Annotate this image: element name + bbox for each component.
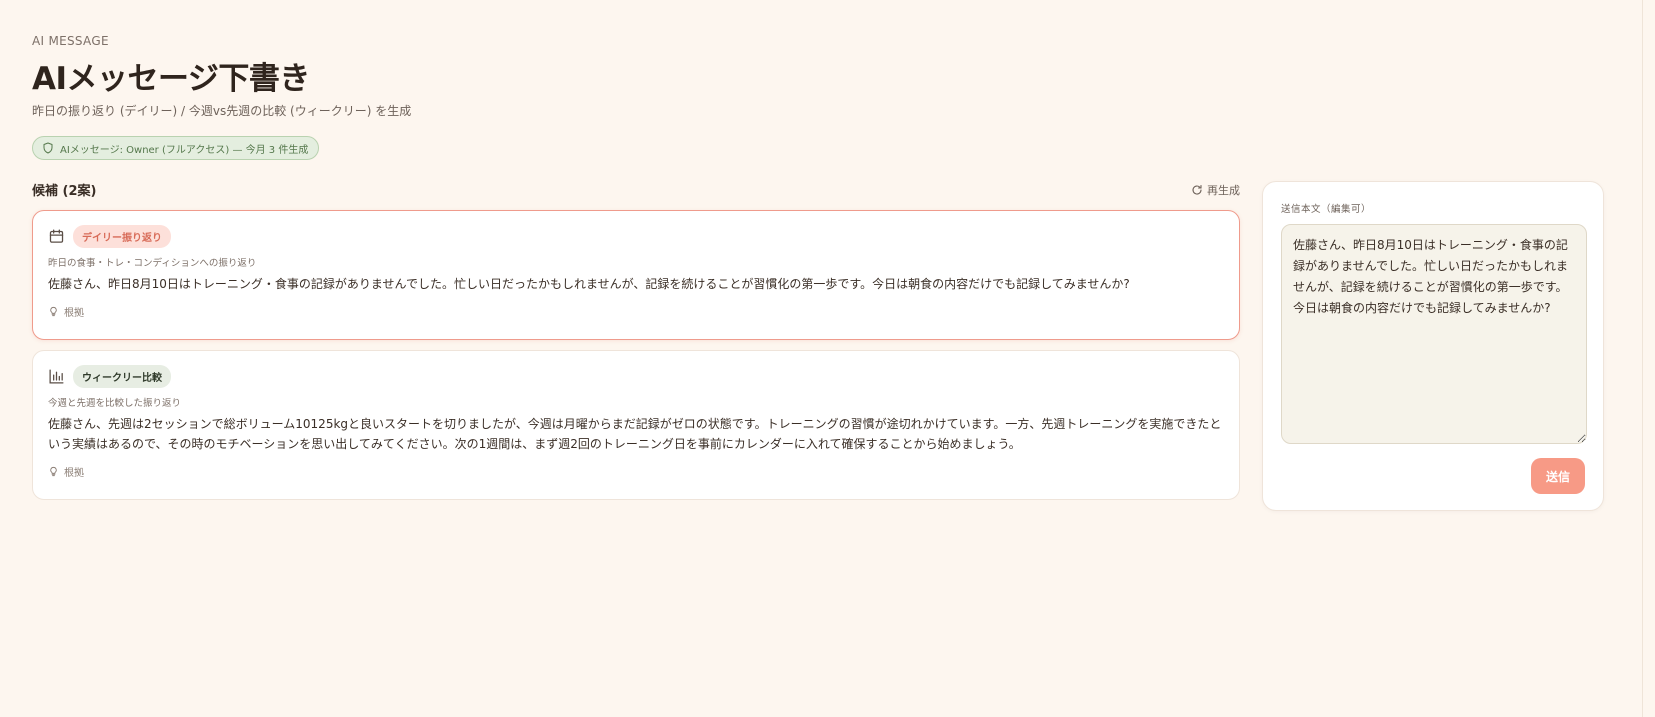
evidence-toggle[interactable]: 根拠 bbox=[48, 464, 1224, 479]
evidence-label: 根拠 bbox=[64, 308, 84, 319]
card-message-body: 佐藤さん、昨日8月10日はトレーニング・食事の記録がありませんでした。忙しい日だ… bbox=[48, 277, 1130, 291]
access-badge-text: AIメッセージ: Owner (フルアクセス) — 今月 3 件生成 bbox=[60, 144, 309, 156]
card-description: 今週と先週を比較した振り返り bbox=[48, 398, 182, 409]
lightbulb-icon bbox=[50, 306, 57, 317]
evidence-label: 根拠 bbox=[64, 468, 84, 479]
send-body-label: 送信本文（編集可） bbox=[1281, 204, 1372, 215]
candidates-header: 候補 (2案) 再生成 bbox=[32, 180, 1240, 200]
refresh-icon bbox=[1192, 184, 1202, 195]
regenerate-label: 再生成 bbox=[1207, 183, 1240, 197]
tag-weekly: ウィークリー比較 bbox=[73, 364, 171, 388]
send-button[interactable]: 送信 bbox=[1531, 458, 1585, 494]
candidate-card-weekly[interactable]: ウィークリー比較 今週と先週を比較した振り返り 佐藤さん、先週は2セッションで総… bbox=[32, 350, 1240, 500]
candidates-title: 候補 (2案) bbox=[32, 184, 97, 199]
lightbulb-icon bbox=[50, 466, 57, 477]
evidence-toggle[interactable]: 根拠 bbox=[48, 304, 1224, 319]
shield-icon bbox=[43, 142, 53, 154]
message-textarea[interactable]: 佐藤さん、昨日8月10日はトレーニング・食事の記録がありませんでした。忙しい日だ… bbox=[1281, 224, 1587, 444]
calendar-icon bbox=[49, 228, 64, 243]
card-description: 昨日の食事・トレ・コンディションへの振り返り bbox=[48, 258, 257, 269]
scrollbar-track[interactable] bbox=[1642, 0, 1655, 717]
page-header: AI MESSAGE AIメッセージ下書き 昨日の振り返り (デイリー) / 今… bbox=[32, 34, 411, 119]
page-eyebrow: AI MESSAGE bbox=[32, 34, 109, 48]
candidate-card-daily[interactable]: デイリー振り返り 昨日の食事・トレ・コンディションへの振り返り 佐藤さん、昨日8… bbox=[32, 210, 1240, 340]
card-message-body: 佐藤さん、先週は2セッションで総ボリューム10125kgと良いスタートを切りまし… bbox=[48, 417, 1222, 451]
page-title: AIメッセージ下書き bbox=[32, 61, 310, 97]
send-panel: 送信本文（編集可） 佐藤さん、昨日8月10日はトレーニング・食事の記録がありませ… bbox=[1262, 181, 1604, 511]
access-badge: AIメッセージ: Owner (フルアクセス) — 今月 3 件生成 bbox=[32, 136, 320, 160]
bar-chart-icon bbox=[49, 368, 64, 384]
page-subtitle: 昨日の振り返り (デイリー) / 今週vs先週の比較 (ウィークリー) を生成 bbox=[32, 104, 412, 118]
regenerate-button[interactable]: 再生成 bbox=[1191, 182, 1240, 198]
tag-daily: デイリー振り返り bbox=[73, 224, 171, 248]
